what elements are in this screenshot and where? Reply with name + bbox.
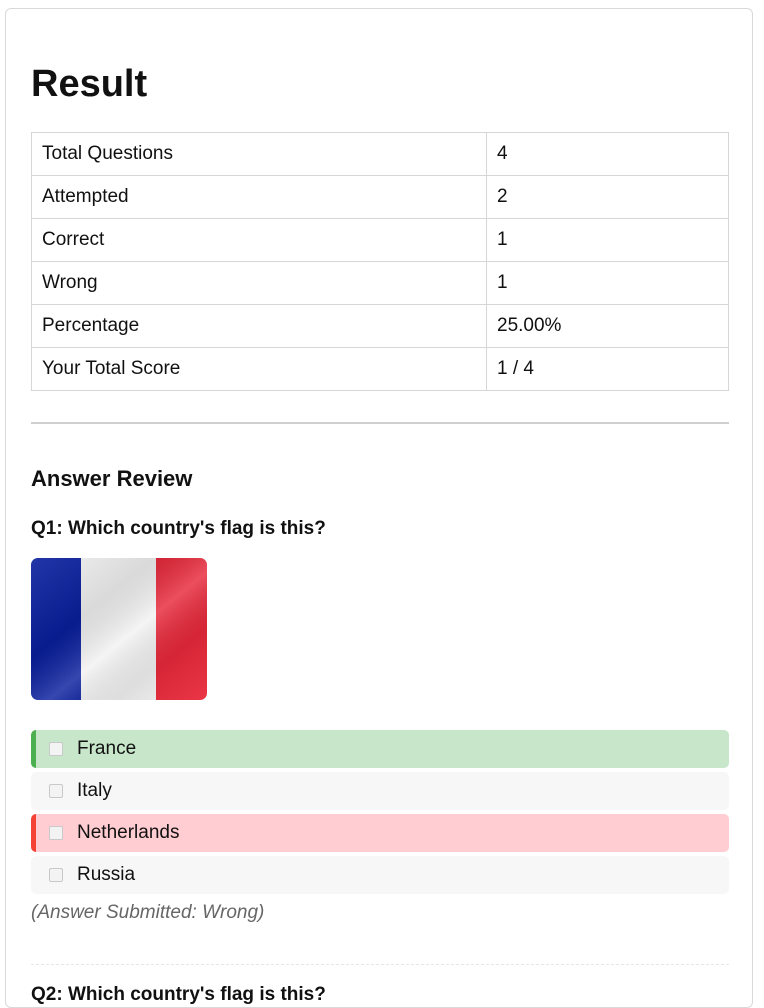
result-card: Result Total Questions 4 Attempted 2 Cor… <box>5 8 753 1008</box>
section-divider <box>31 422 729 424</box>
row-value: 4 <box>486 132 729 176</box>
option-checkbox <box>49 868 63 882</box>
option-checkbox <box>49 784 63 798</box>
table-row: Correct 1 <box>31 218 729 262</box>
row-label: Attempted <box>31 175 487 219</box>
option-netherlands: Netherlands <box>31 814 729 852</box>
table-row: Percentage 25.00% <box>31 304 729 348</box>
question-title: Q1: Which country's flag is this? <box>31 518 326 539</box>
page-title: Result <box>31 63 148 105</box>
table-row: Your Total Score 1 / 4 <box>31 347 729 391</box>
question-title: Q2: Which country's flag is this? <box>31 984 326 1005</box>
row-value: 1 / 4 <box>486 347 729 391</box>
question-divider <box>31 964 729 965</box>
option-label: France <box>77 738 137 759</box>
row-label: Percentage <box>31 304 487 348</box>
answer-options: France Italy Netherlands Russia <box>31 730 729 898</box>
row-value: 25.00% <box>486 304 729 348</box>
row-value: 2 <box>486 175 729 219</box>
row-value: 1 <box>486 261 729 305</box>
row-label: Correct <box>31 218 487 262</box>
france-flag-image <box>31 558 207 700</box>
row-value: 1 <box>486 218 729 262</box>
table-row: Wrong 1 <box>31 261 729 305</box>
flag-shading <box>31 558 207 700</box>
option-label: Italy <box>77 780 112 801</box>
table-row: Total Questions 4 <box>31 132 729 176</box>
option-france: France <box>31 730 729 768</box>
row-label: Wrong <box>31 261 487 305</box>
answer-review-heading: Answer Review <box>31 466 193 491</box>
flag-svg <box>31 558 207 700</box>
option-label: Netherlands <box>77 822 180 843</box>
row-label: Your Total Score <box>31 347 487 391</box>
option-russia: Russia <box>31 856 729 894</box>
option-label: Russia <box>77 864 136 885</box>
option-checkbox <box>49 826 63 840</box>
table-row: Attempted 2 <box>31 175 729 219</box>
option-italy: Italy <box>31 772 729 810</box>
answer-status: (Answer Submitted: Wrong) <box>31 902 265 923</box>
option-checkbox <box>49 742 63 756</box>
row-label: Total Questions <box>31 132 487 176</box>
result-table: Total Questions 4 Attempted 2 Correct 1 … <box>31 132 729 391</box>
